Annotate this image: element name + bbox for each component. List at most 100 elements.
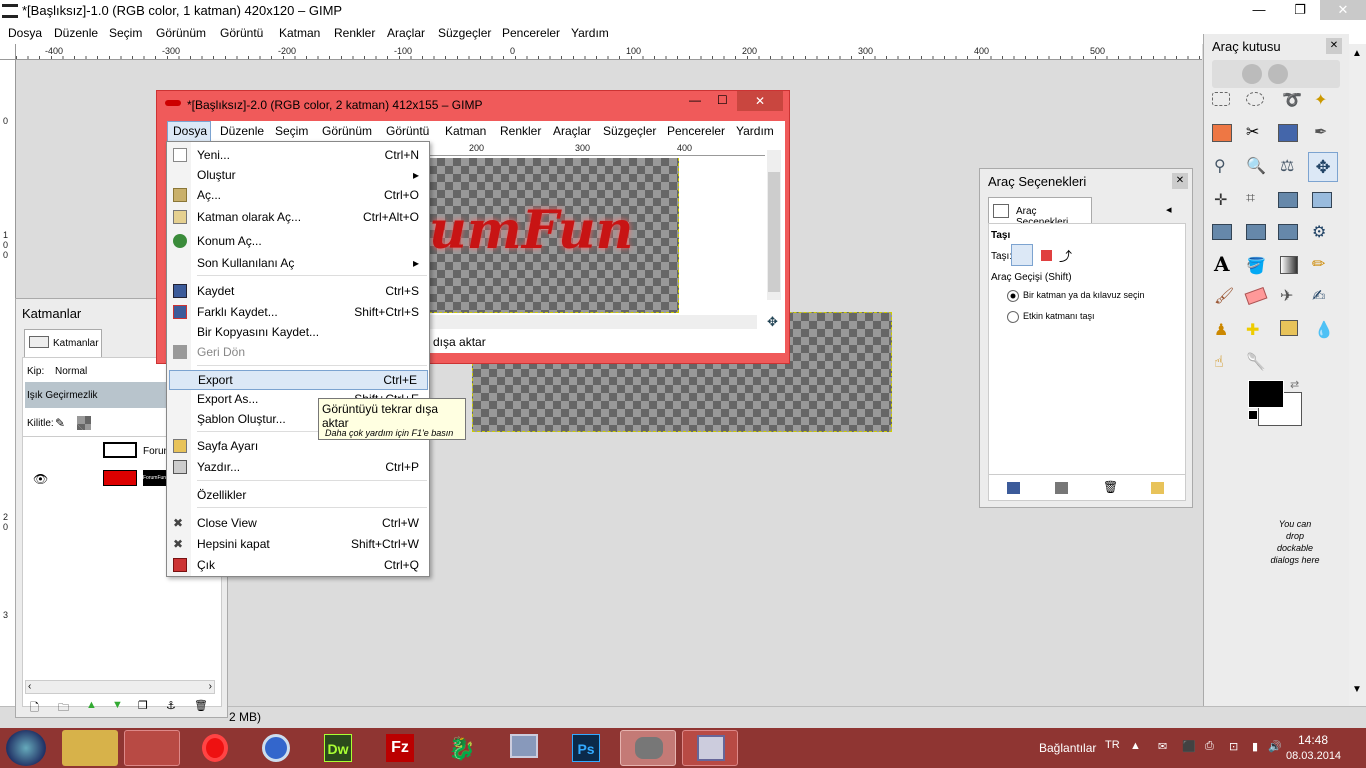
perspective-clone-icon[interactable] xyxy=(1280,320,1298,336)
delete-options-icon[interactable]: 🗑 xyxy=(1103,480,1118,494)
shear-icon[interactable] xyxy=(1212,224,1232,240)
panel-close-icon[interactable]: ✕ xyxy=(1172,173,1188,189)
volume-icon[interactable]: 🔊 xyxy=(1268,740,1282,753)
menu-katman[interactable]: Katman xyxy=(279,26,320,40)
lock-paint-icon[interactable]: ✎ xyxy=(55,416,65,430)
explorer-taskbar-icon[interactable] xyxy=(62,730,118,766)
close-button[interactable]: ✕ xyxy=(737,91,783,111)
tab-menu-arrow-icon[interactable]: ◂ xyxy=(1166,203,1172,216)
new-layer-group-icon[interactable]: 🗀 xyxy=(58,699,69,718)
raise-layer-icon[interactable]: ▲ xyxy=(86,699,97,711)
menu-renkler[interactable]: Renkler xyxy=(500,124,541,138)
color-picker-icon[interactable]: ⚲ xyxy=(1214,156,1226,176)
text-tool-icon[interactable]: A xyxy=(1214,252,1230,276)
menu-item-kopya-kaydet[interactable]: Bir Kopyasını Kaydet... xyxy=(167,322,429,342)
navigate-icon[interactable]: ✥ xyxy=(767,314,778,330)
minimize-button[interactable]: — xyxy=(1236,0,1282,20)
close-button[interactable]: ✕ xyxy=(1320,0,1366,20)
photoshop-taskbar-icon[interactable]: Ps xyxy=(558,730,614,766)
network-icon[interactable]: ⊡ xyxy=(1229,740,1238,753)
signal-icon[interactable]: ▮ xyxy=(1252,740,1258,753)
menu-secim[interactable]: Seçim xyxy=(275,124,308,138)
pencil-icon[interactable]: ✏ xyxy=(1312,254,1325,274)
menu-suzgecler[interactable]: Süzgeçler xyxy=(603,124,656,138)
menu-gorunum[interactable]: Görünüm xyxy=(322,124,372,138)
perspective-icon[interactable] xyxy=(1246,224,1266,240)
second-image-canvas[interactable]: umFun xyxy=(429,158,679,313)
menu-goruntu[interactable]: Görüntü xyxy=(386,124,429,138)
radio-move-active[interactable] xyxy=(1007,311,1019,323)
tray-arrow-icon[interactable]: ▲ xyxy=(1130,740,1141,752)
reset-options-icon[interactable] xyxy=(1151,482,1164,494)
menu-gorunum[interactable]: Görünüm xyxy=(156,26,206,40)
delete-layer-icon[interactable]: 🗑 xyxy=(194,699,208,712)
menu-dosya[interactable]: Dosya xyxy=(173,124,207,138)
menu-goruntu[interactable]: Görüntü xyxy=(220,26,263,40)
second-vscrollbar[interactable] xyxy=(767,150,781,300)
second-hscrollbar[interactable] xyxy=(429,315,757,329)
crop-icon[interactable]: ⌗ xyxy=(1246,190,1255,208)
blur-icon[interactable]: 💧 xyxy=(1314,320,1334,340)
computer-taskbar-icon[interactable] xyxy=(496,730,552,766)
menu-item-ac[interactable]: Aç... Ctrl+O xyxy=(167,185,429,205)
foreground-select-icon[interactable] xyxy=(1278,124,1298,142)
menu-item-cik[interactable]: Çık Ctrl+Q xyxy=(167,555,429,575)
menu-item-olustur[interactable]: Oluştur ▸ xyxy=(167,165,429,185)
free-select-icon[interactable]: ➰ xyxy=(1282,90,1302,110)
device-icon[interactable]: ⎙ xyxy=(1205,740,1214,753)
scroll-down-arrow-icon[interactable]: ▼ xyxy=(1352,684,1362,695)
save-options-icon[interactable] xyxy=(1007,482,1020,494)
bucket-fill-icon[interactable]: 🪣 xyxy=(1246,256,1266,276)
lock-alpha-icon[interactable] xyxy=(77,416,91,430)
clone-icon[interactable]: ♟ xyxy=(1214,320,1228,340)
filezilla-taskbar-icon[interactable]: Fz xyxy=(372,730,428,766)
menu-item-hepsini-kapat[interactable]: ✖ Hepsini kapat Shift+Ctrl+W xyxy=(167,534,429,554)
menu-item-close-view[interactable]: ✖ Close View Ctrl+W xyxy=(167,513,429,533)
scroll-right-arrow-icon[interactable]: › xyxy=(209,681,212,692)
menu-renkler[interactable]: Renkler xyxy=(334,26,375,40)
scroll-thumb[interactable] xyxy=(768,172,780,292)
connections-label[interactable]: Bağlantılar xyxy=(1039,741,1096,755)
default-colors-icon[interactable] xyxy=(1248,410,1258,420)
menu-yardim[interactable]: Yardım xyxy=(571,26,609,40)
eraser-icon[interactable] xyxy=(1244,286,1268,306)
cage-transform-icon[interactable]: ⚙ xyxy=(1312,222,1326,242)
chrome-taskbar-icon[interactable] xyxy=(248,730,304,766)
lower-layer-icon[interactable]: ▼ xyxy=(112,699,123,711)
measure-icon[interactable]: ⚖ xyxy=(1280,156,1294,176)
network-taskbar-icon[interactable]: 🐉 xyxy=(434,730,490,766)
flip-icon[interactable] xyxy=(1278,224,1298,240)
menu-item-konum-ac[interactable]: Konum Aç... xyxy=(167,231,429,251)
swap-colors-icon[interactable]: ⇄ xyxy=(1290,378,1299,391)
select-by-color-icon[interactable] xyxy=(1212,124,1232,142)
rotate-icon[interactable] xyxy=(1278,192,1298,208)
gimp-taskbar-icon[interactable] xyxy=(620,730,676,766)
move-tool-icon[interactable]: ✥ xyxy=(1308,152,1338,182)
align-icon[interactable]: ✛ xyxy=(1214,190,1227,210)
move-layer-icon[interactable] xyxy=(1011,244,1033,266)
maximize-button[interactable]: ☐ xyxy=(717,93,728,107)
menu-item-export[interactable]: Export Ctrl+E xyxy=(169,370,428,390)
dodge-burn-icon[interactable]: 🥄 xyxy=(1246,352,1266,372)
scale-icon[interactable] xyxy=(1312,192,1332,208)
opera-taskbar-icon[interactable] xyxy=(186,730,242,766)
restore-options-icon[interactable] xyxy=(1055,482,1068,494)
menu-item-farkli-kaydet[interactable]: Farklı Kaydet... Shift+Ctrl+S xyxy=(167,302,429,322)
airbrush-icon[interactable]: ✈ xyxy=(1280,286,1293,306)
layers-hscrollbar[interactable]: ‹ › xyxy=(25,680,215,694)
menu-item-ozellikler[interactable]: Özellikler xyxy=(167,485,429,505)
scroll-up-arrow-icon[interactable]: ▲ xyxy=(1352,48,1362,59)
rect-select-icon[interactable] xyxy=(1212,92,1230,106)
foreground-color-swatch[interactable] xyxy=(1248,380,1284,408)
anchor-layer-icon[interactable]: ⚓ xyxy=(166,699,176,712)
paintbrush-icon[interactable]: 🖌 xyxy=(1214,286,1234,306)
menu-item-yazdir[interactable]: Yazdır... Ctrl+P xyxy=(167,457,429,477)
menu-item-kaydet[interactable]: Kaydet Ctrl+S xyxy=(167,281,429,301)
menu-duzenle[interactable]: Düzenle xyxy=(220,124,264,138)
paint-taskbar-icon[interactable] xyxy=(682,730,738,766)
menu-pencereler[interactable]: Pencereler xyxy=(502,26,560,40)
mode-dropdown[interactable]: Normal xyxy=(55,366,87,377)
duplicate-layer-icon[interactable]: ❐ xyxy=(138,699,148,712)
menu-dosya[interactable]: Dosya xyxy=(8,26,42,40)
menu-duzenle[interactable]: Düzenle xyxy=(54,26,98,40)
